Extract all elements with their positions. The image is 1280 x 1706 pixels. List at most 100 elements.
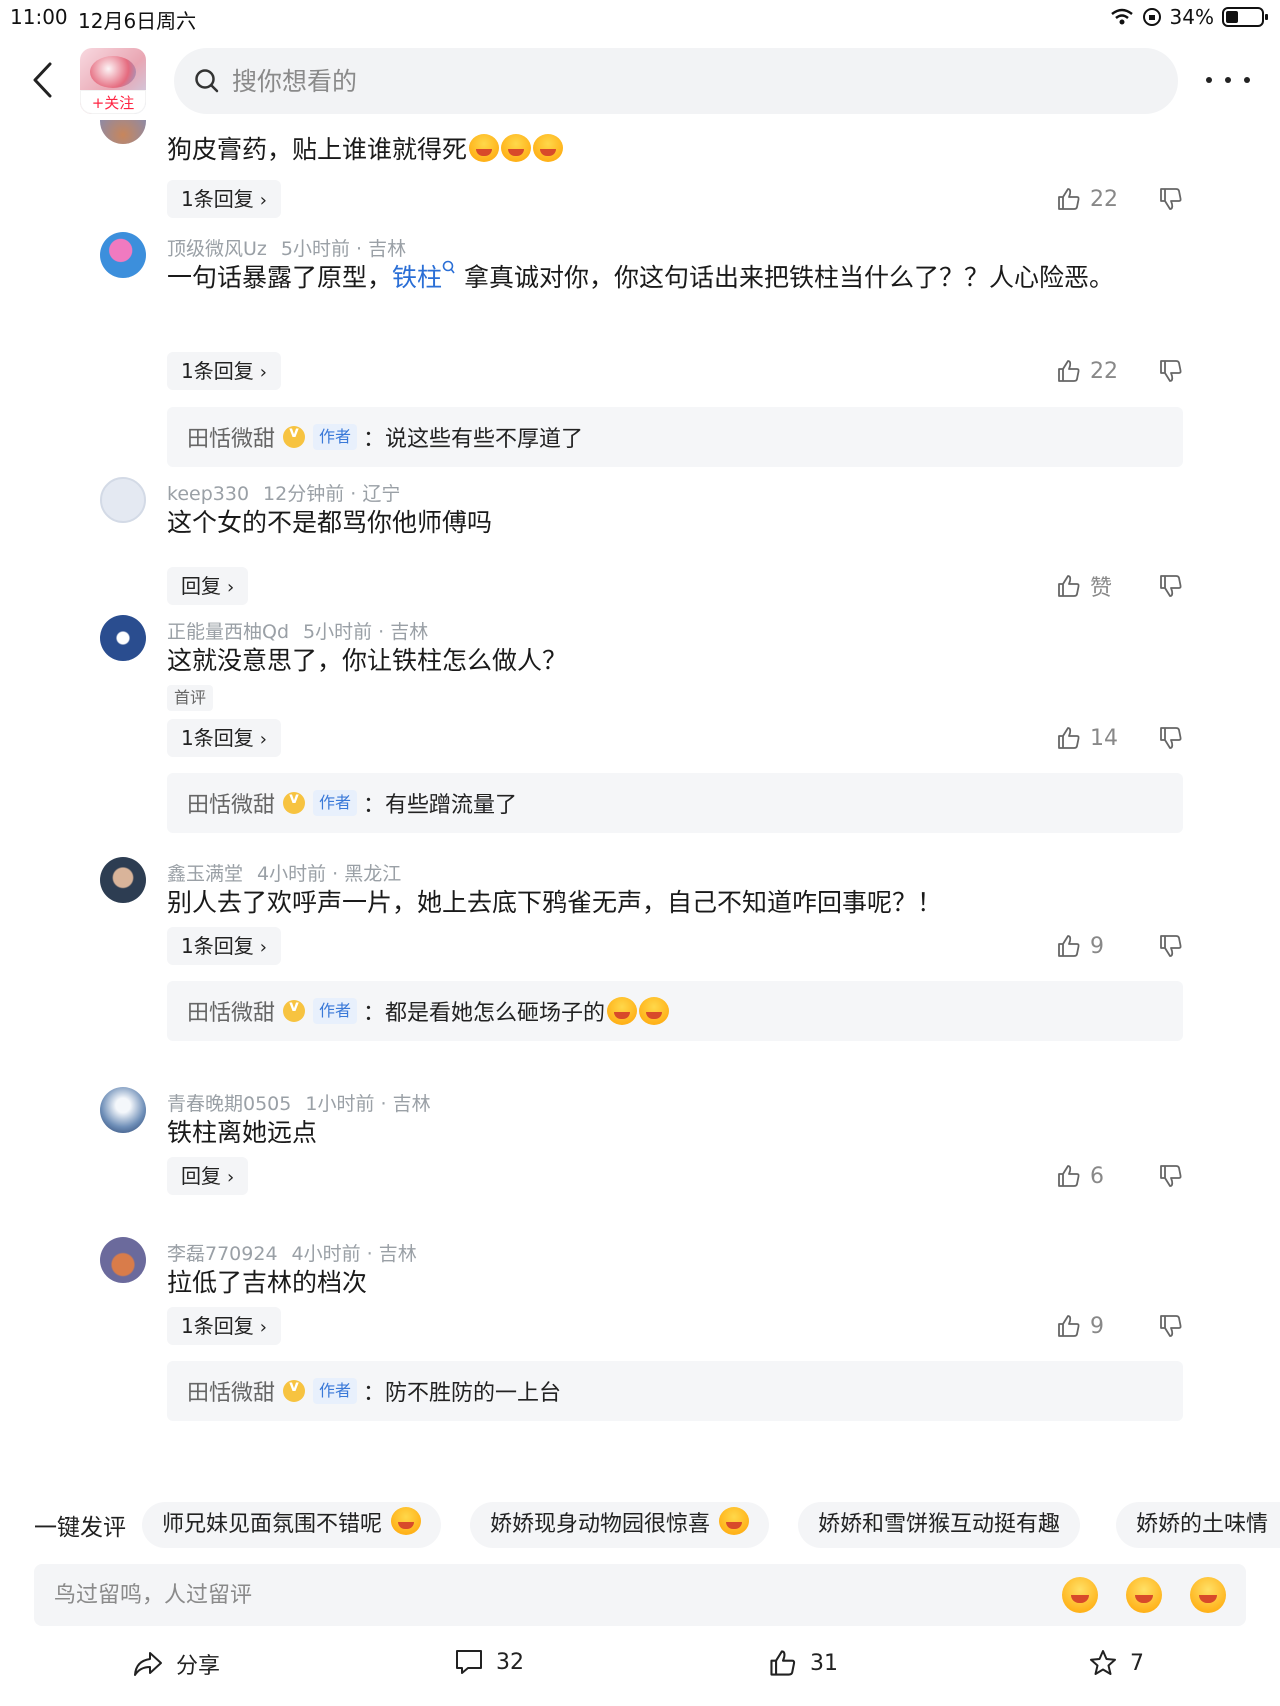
follow-button[interactable]: +关注 bbox=[80, 90, 146, 114]
reply-button[interactable]: 回复 › bbox=[167, 567, 249, 605]
search-icon bbox=[442, 260, 455, 274]
comment-meta: 李磊770924 4小时前 · 吉林 bbox=[167, 1239, 417, 1266]
thumbs-up-icon bbox=[1058, 1165, 1080, 1187]
thumbs-up-icon bbox=[1058, 360, 1080, 382]
dislike-button[interactable] bbox=[1158, 719, 1184, 757]
quick-comment-chip[interactable]: 娇娇的土味情 bbox=[1116, 1502, 1280, 1548]
view-replies-button[interactable]: 1条回复 › bbox=[167, 719, 281, 757]
quick-comment-chip[interactable]: 娇娇现身动物园很惊喜 bbox=[470, 1502, 770, 1548]
thumbs-up-icon bbox=[1058, 1315, 1080, 1337]
user-avatar[interactable] bbox=[100, 120, 146, 144]
more-options-button[interactable] bbox=[1206, 66, 1250, 94]
like-count: 22 bbox=[1090, 358, 1118, 384]
author-name[interactable]: 田恬微甜 bbox=[187, 421, 275, 453]
like-button[interactable]: 9 bbox=[1056, 927, 1104, 965]
author-tag: 作者 bbox=[313, 424, 358, 450]
reply-button[interactable]: 回复 › bbox=[167, 1157, 249, 1195]
username[interactable]: 鑫玉满堂 bbox=[167, 863, 243, 885]
view-replies-button[interactable]: 1条回复 › bbox=[167, 927, 281, 965]
heart-eyes-emoji-icon[interactable] bbox=[1126, 1577, 1162, 1613]
thumbs-down-icon bbox=[1160, 935, 1182, 957]
dot-icon bbox=[1244, 77, 1250, 83]
author-name[interactable]: 田恬微甜 bbox=[187, 995, 275, 1027]
search-bar[interactable] bbox=[174, 48, 1178, 114]
author-reply[interactable]: 田恬微甜 作者 ：说这些有些不厚道了 bbox=[167, 407, 1183, 467]
like-video-button[interactable]: 31 bbox=[768, 1648, 838, 1678]
thumbs-up-icon bbox=[1058, 935, 1080, 957]
comment-text: 狗皮膏药，贴上谁谁就得死 bbox=[167, 130, 1167, 170]
username[interactable]: 李磊770924 bbox=[167, 1243, 278, 1265]
dislike-button[interactable] bbox=[1158, 352, 1184, 390]
like-button[interactable]: 22 bbox=[1056, 180, 1118, 218]
like-count: 22 bbox=[1090, 186, 1118, 212]
user-avatar[interactable] bbox=[100, 857, 146, 903]
author-name[interactable]: 田恬微甜 bbox=[187, 787, 275, 819]
user-avatar[interactable] bbox=[100, 477, 146, 523]
username[interactable]: 正能量西柚Qd bbox=[167, 621, 289, 643]
laugh-cry-emoji-icon[interactable] bbox=[1062, 1577, 1098, 1613]
verified-badge-icon bbox=[283, 1377, 306, 1402]
comments-button[interactable]: 32 bbox=[454, 1648, 524, 1676]
thumbs-down-icon bbox=[1160, 1315, 1182, 1337]
dislike-button[interactable] bbox=[1158, 567, 1184, 605]
favorites-count: 7 bbox=[1130, 1650, 1144, 1676]
author-name[interactable]: 田恬微甜 bbox=[187, 1375, 275, 1407]
share-label: 分享 bbox=[176, 1654, 221, 1679]
laugh-cry-emoji-icon bbox=[501, 134, 532, 162]
dislike-button[interactable] bbox=[1158, 180, 1184, 218]
thumbs-down-icon bbox=[1160, 575, 1182, 597]
author-reply[interactable]: 田恬微甜 作者 ：防不胜防的一上台 bbox=[167, 1361, 1183, 1421]
comment-text: 铁柱离她远点 bbox=[167, 1118, 318, 1147]
user-avatar[interactable] bbox=[100, 615, 146, 661]
comment-meta: 正能量西柚Qd 5小时前 · 吉林 bbox=[167, 617, 428, 644]
laugh-cry-emoji-icon bbox=[469, 134, 500, 162]
battery-percent: 34% bbox=[1169, 5, 1214, 29]
comments-count: 32 bbox=[496, 1649, 524, 1675]
view-replies-button[interactable]: 1条回复 › bbox=[167, 352, 281, 390]
author-reply[interactable]: 田恬微甜 作者 ：有些蹭流量了 bbox=[167, 773, 1183, 833]
search-input[interactable] bbox=[232, 66, 1032, 96]
author-tag: 作者 bbox=[313, 1378, 358, 1404]
user-avatar[interactable] bbox=[100, 1237, 146, 1283]
grin-emoji-icon[interactable] bbox=[1190, 1577, 1226, 1613]
like-button[interactable]: 6 bbox=[1056, 1157, 1104, 1195]
verified-badge-icon bbox=[283, 789, 306, 814]
view-replies-button[interactable]: 1条回复 › bbox=[167, 180, 281, 218]
user-avatar[interactable] bbox=[100, 1087, 146, 1133]
username[interactable]: keep330 bbox=[167, 483, 249, 505]
thumbs-up-icon bbox=[1058, 575, 1080, 597]
author-reply-text: ：都是看她怎么砸场子的 bbox=[363, 1001, 606, 1026]
username[interactable]: 青春晚期0505 bbox=[167, 1093, 291, 1115]
comment-time: 1小时前 · 吉林 bbox=[305, 1093, 431, 1115]
user-avatar[interactable] bbox=[100, 232, 146, 278]
laugh-cry-emoji-icon bbox=[607, 997, 638, 1025]
comment-list: 狗皮膏药，贴上谁谁就得死 1条回复 › 22 顶级微风Uz 5小时前 · 吉林 一句… bbox=[0, 120, 1280, 1490]
quick-comment-chip[interactable]: 娇娇和雪饼猴互动挺有趣 bbox=[798, 1502, 1081, 1548]
comment-text: 这就没意思了，你让铁柱怎么做人？ bbox=[167, 646, 568, 675]
favorite-button[interactable]: 7 bbox=[1088, 1648, 1144, 1678]
author-reply[interactable]: 田恬微甜 作者 ：都是看她怎么砸场子的 bbox=[167, 981, 1183, 1041]
like-count: 赞 bbox=[1090, 576, 1113, 601]
dislike-button[interactable] bbox=[1158, 927, 1184, 965]
quick-comment-chip[interactable]: 师兄妹见面氛围不错呢 bbox=[142, 1502, 442, 1548]
like-button[interactable]: 14 bbox=[1056, 719, 1118, 757]
username[interactable]: 顶级微风Uz bbox=[167, 238, 267, 260]
thumbs-down-icon bbox=[1160, 727, 1182, 749]
search-keyword-link[interactable]: 铁柱 bbox=[392, 260, 456, 292]
like-button[interactable]: 9 bbox=[1056, 1307, 1104, 1345]
back-button[interactable] bbox=[22, 58, 62, 102]
dislike-button[interactable] bbox=[1158, 1307, 1184, 1345]
dislike-button[interactable] bbox=[1158, 1157, 1184, 1195]
like-button[interactable]: 赞 bbox=[1056, 567, 1112, 605]
quick-comment-bar: 一键发评 师兄妹见面氛围不错呢 娇娇现身动物园很惊喜 娇娇和雪饼猴互动挺有趣 娇… bbox=[0, 1502, 1280, 1552]
view-replies-button[interactable]: 1条回复 › bbox=[167, 1307, 281, 1345]
share-button[interactable]: 分享 bbox=[132, 1648, 220, 1680]
thumbs-down-icon bbox=[1160, 188, 1182, 210]
comment-input[interactable] bbox=[54, 1582, 954, 1608]
verified-badge-icon bbox=[283, 997, 306, 1022]
comment-input-box[interactable] bbox=[34, 1564, 1246, 1626]
dot-icon bbox=[1206, 77, 1212, 83]
like-count: 14 bbox=[1090, 725, 1118, 751]
quick-comment-label: 一键发评 bbox=[34, 1515, 126, 1541]
like-button[interactable]: 22 bbox=[1056, 352, 1118, 390]
